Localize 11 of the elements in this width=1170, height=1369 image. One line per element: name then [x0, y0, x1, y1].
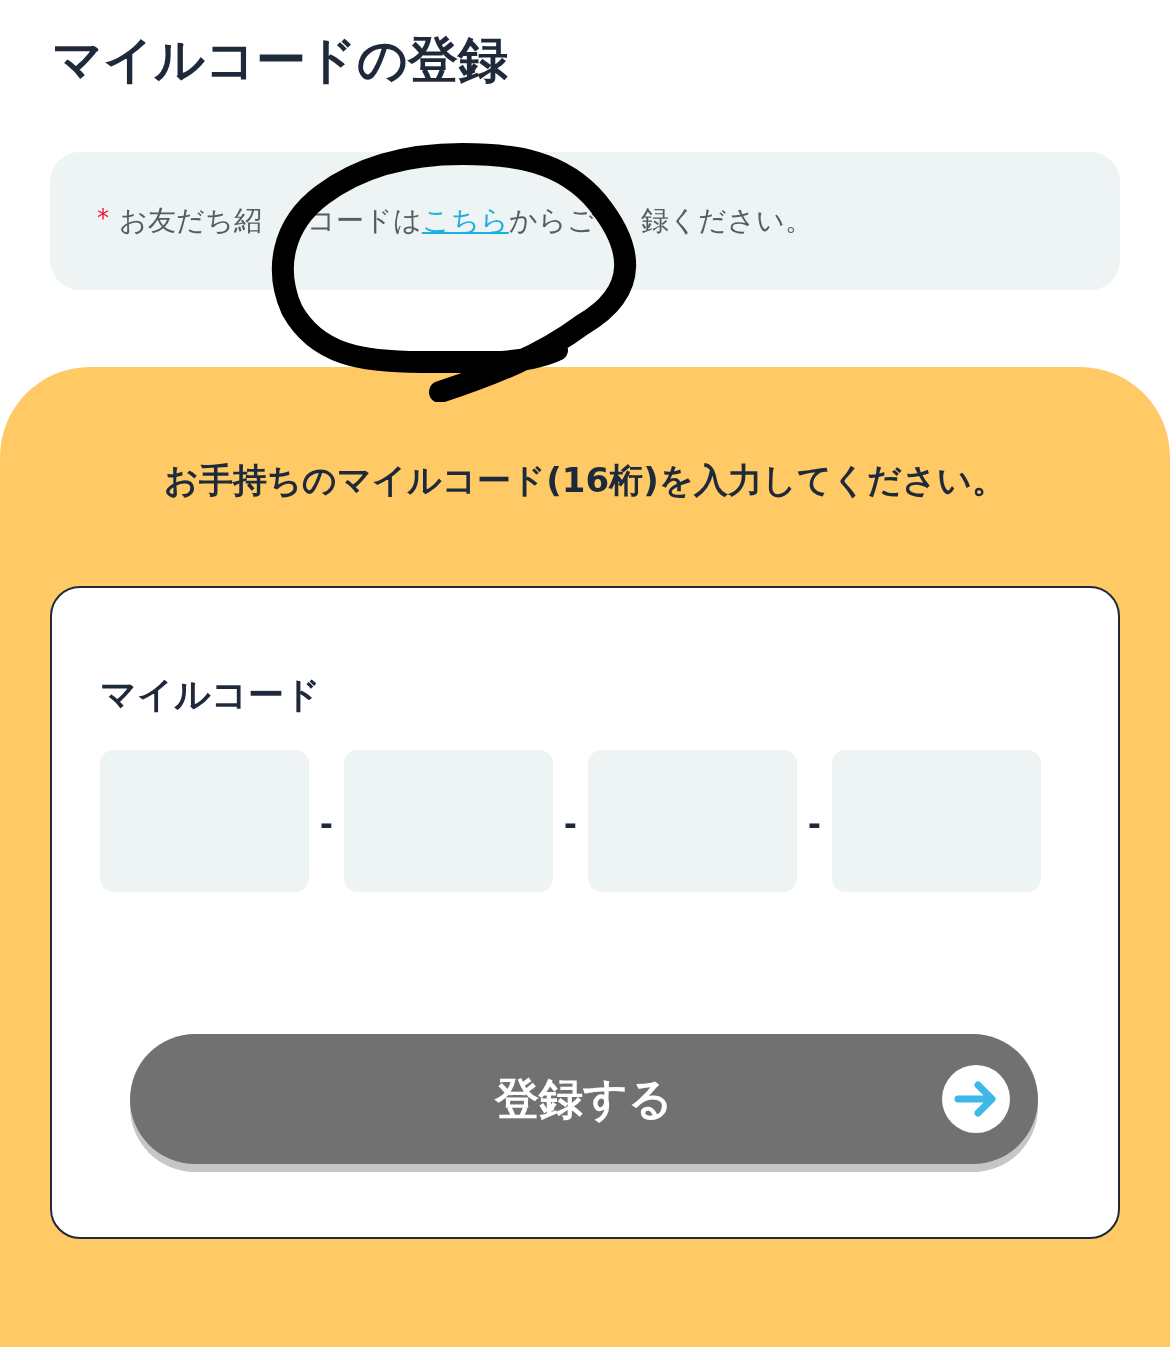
notice-text: お友だち紹 [119, 203, 262, 239]
notice-text: 録ください。 [640, 203, 813, 239]
notice-text: からご [508, 203, 596, 239]
field-label: マイルコード [100, 673, 322, 717]
instruction-text: お手持ちのマイルコード(16桁)を入力してください。 [163, 459, 1007, 502]
separator-dash: - [806, 804, 823, 845]
required-mark: * [97, 203, 109, 234]
arrow-right-icon [942, 1065, 1010, 1133]
separator-dash: - [562, 804, 579, 845]
page-title: マイルコードの登録 [51, 30, 509, 90]
separator-dash: - [318, 804, 335, 845]
